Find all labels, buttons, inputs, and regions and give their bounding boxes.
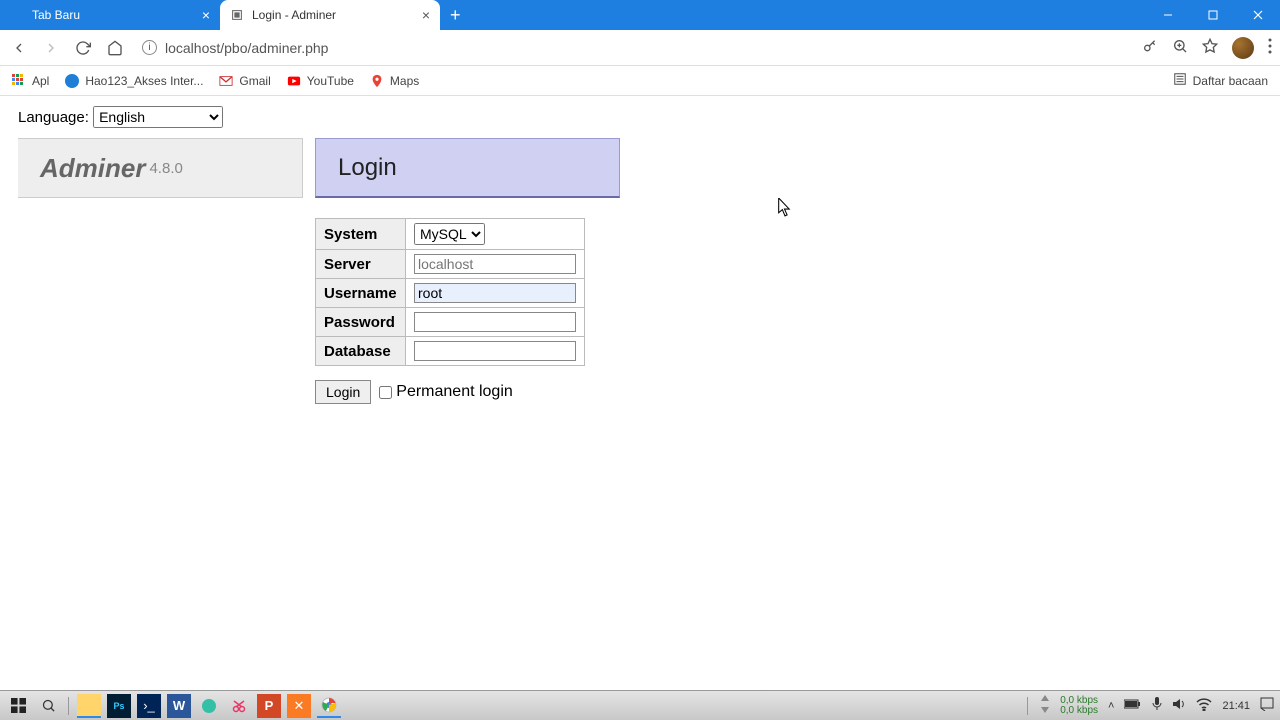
permanent-login-text: Permanent login: [396, 383, 513, 401]
language-select[interactable]: English: [93, 106, 223, 128]
bookmark-label: Gmail: [239, 74, 270, 88]
bookmark-star-icon[interactable]: [1202, 38, 1218, 57]
volume-icon[interactable]: [1172, 697, 1186, 714]
browser-titlebar: Tab Baru × Login - Adminer × +: [0, 0, 1280, 30]
taskbar-snip[interactable]: [227, 694, 251, 718]
youtube-icon: [287, 74, 301, 88]
language-label: Language:: [18, 109, 89, 126]
username-input[interactable]: [414, 283, 576, 303]
wifi-icon[interactable]: [1196, 697, 1212, 714]
permanent-login-checkbox[interactable]: [379, 386, 392, 399]
language-row: Language: English: [18, 106, 1262, 128]
tab-title: Login - Adminer: [252, 8, 336, 22]
reading-list-icon: [1173, 72, 1187, 89]
kebab-menu-icon[interactable]: [1268, 38, 1272, 57]
taskbar-chrome[interactable]: [317, 694, 341, 718]
reading-list-label: Daftar bacaan: [1193, 74, 1268, 88]
start-button[interactable]: [6, 694, 30, 718]
close-tab-icon[interactable]: ×: [422, 7, 430, 23]
bookmark-label: Maps: [390, 74, 419, 88]
search-icon[interactable]: [36, 694, 60, 718]
sidebar: Adminer 4.8.0: [18, 138, 303, 198]
tab-favicon: [10, 8, 24, 22]
tab-favicon: [230, 8, 244, 22]
net-down: 0,0 kbps: [1060, 696, 1098, 706]
password-input[interactable]: [414, 312, 576, 332]
microphone-icon[interactable]: [1152, 697, 1162, 714]
bookmark-maps[interactable]: Maps: [370, 74, 419, 88]
brand-version: 4.8.0: [149, 160, 182, 177]
system-label: System: [316, 219, 406, 250]
address-bar: i localhost/pbo/adminer.php: [0, 30, 1280, 66]
bookmark-youtube[interactable]: YouTube: [287, 74, 354, 88]
url-text: localhost/pbo/adminer.php: [165, 40, 328, 56]
server-label: Server: [316, 250, 406, 279]
forward-button[interactable]: [40, 37, 62, 59]
battery-icon[interactable]: [1124, 698, 1142, 713]
zoom-icon[interactable]: [1172, 38, 1188, 57]
site-info-icon[interactable]: i: [142, 40, 157, 55]
taskbar-powerpoint[interactable]: P: [257, 694, 281, 718]
username-label: Username: [316, 279, 406, 308]
taskbar-edge[interactable]: [197, 694, 221, 718]
login-button[interactable]: Login: [315, 380, 371, 404]
home-button[interactable]: [104, 37, 126, 59]
back-button[interactable]: [8, 37, 30, 59]
browser-tab-1[interactable]: Login - Adminer ×: [220, 0, 440, 30]
server-input[interactable]: [414, 254, 576, 274]
reading-list[interactable]: Daftar bacaan: [1173, 72, 1268, 89]
tab-title: Tab Baru: [32, 8, 80, 22]
taskbar-powershell[interactable]: ›_: [137, 694, 161, 718]
taskbar-photoshop[interactable]: Ps: [107, 694, 131, 718]
gmail-icon: [219, 74, 233, 88]
url-field[interactable]: i localhost/pbo/adminer.php: [136, 40, 1132, 56]
bookmark-label: YouTube: [307, 74, 354, 88]
reload-button[interactable]: [72, 37, 94, 59]
windows-taskbar: Ps ›_ W P ✕ 0,0 kbps 0,0 kbps ˄ 21:41: [0, 690, 1280, 720]
net-up: 0,0 kbps: [1060, 706, 1098, 716]
browser-tab-0[interactable]: Tab Baru ×: [0, 0, 220, 30]
permanent-login-label[interactable]: Permanent login: [379, 383, 513, 401]
system-select[interactable]: MySQL: [414, 223, 485, 245]
bookmark-label: Hao123_Akses Inter...: [85, 74, 203, 88]
close-window-button[interactable]: [1235, 0, 1280, 30]
apps-shortcut[interactable]: Apl: [12, 74, 49, 88]
toolbar-right: [1142, 37, 1272, 59]
maximize-button[interactable]: [1190, 0, 1235, 30]
brand-name: Adminer: [40, 153, 145, 184]
password-key-icon[interactable]: [1142, 38, 1158, 57]
clock[interactable]: 21:41: [1222, 700, 1250, 712]
tray-chevron-icon[interactable]: ˄: [1108, 700, 1114, 712]
network-stats: 0,0 kbps 0,0 kbps: [1060, 696, 1098, 716]
main-content: Login System MySQL Server Username Passw…: [315, 138, 620, 404]
bookmark-gmail[interactable]: Gmail: [219, 74, 270, 88]
net-arrows-icon: [1040, 695, 1050, 716]
maps-pin-icon: [370, 74, 384, 88]
bookmarks-bar: Apl Hao123_Akses Inter... Gmail YouTube …: [0, 66, 1280, 96]
login-actions: Login Permanent login: [315, 380, 620, 404]
login-heading: Login: [315, 138, 620, 198]
bookmark-hao123[interactable]: Hao123_Akses Inter...: [65, 74, 203, 88]
notifications-icon[interactable]: [1260, 697, 1274, 714]
minimize-button[interactable]: [1145, 0, 1190, 30]
database-label: Database: [316, 337, 406, 366]
new-tab-button[interactable]: +: [440, 0, 471, 30]
window-controls: [1145, 0, 1280, 30]
system-tray: 0,0 kbps 0,0 kbps ˄ 21:41: [1025, 695, 1274, 716]
apps-icon: [12, 74, 26, 88]
taskbar-explorer[interactable]: [77, 694, 101, 718]
database-input[interactable]: [414, 341, 576, 361]
profile-avatar[interactable]: [1232, 37, 1254, 59]
hao123-icon: [65, 74, 79, 88]
login-form-table: System MySQL Server Username Password Da…: [315, 218, 585, 366]
close-tab-icon[interactable]: ×: [202, 7, 210, 23]
password-label: Password: [316, 308, 406, 337]
taskbar-xampp[interactable]: ✕: [287, 694, 311, 718]
taskbar-word[interactable]: W: [167, 694, 191, 718]
page-content: Language: English Adminer 4.8.0 Login Sy…: [0, 96, 1280, 414]
bookmark-label: Apl: [32, 74, 49, 88]
